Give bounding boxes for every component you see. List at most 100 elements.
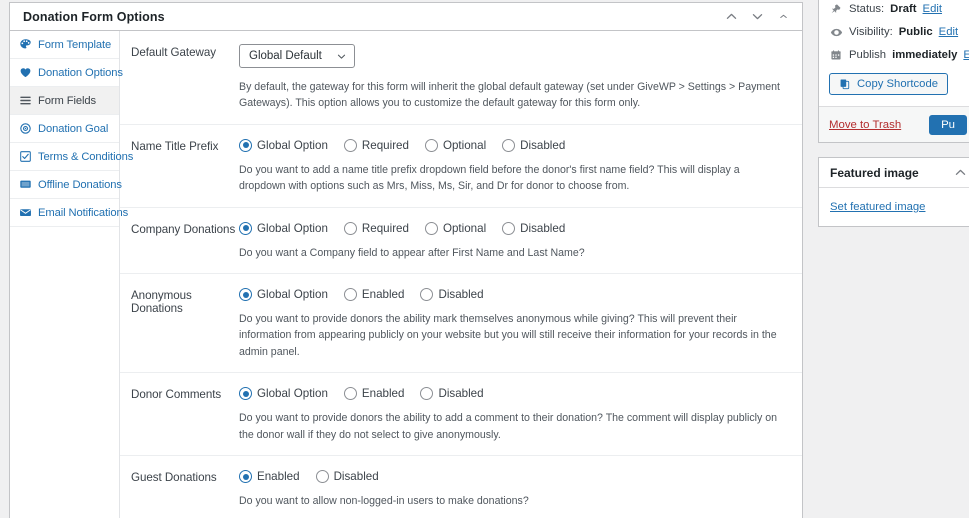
radio-option[interactable]: Global Option (239, 387, 328, 401)
move-up-button[interactable] (720, 6, 742, 28)
radio-option[interactable]: Optional (424, 138, 486, 152)
sidebar-item-label: Email Notifications (38, 206, 129, 219)
status-label: Status: (849, 3, 885, 15)
heart-icon (19, 66, 32, 79)
status-line: Status: Draft Edit (819, 2, 969, 16)
field-description: Do you want to provide donors the abilit… (239, 412, 778, 441)
copy-shortcode-label: Copy Shortcode (857, 78, 939, 90)
donation-form-options-metabox: Donation Form Options Form Template Dona… (9, 2, 803, 518)
field-description: Do you want to provide donors the abilit… (239, 313, 777, 358)
set-featured-image-link[interactable]: Set featured image (830, 201, 925, 213)
radio-dot (424, 138, 438, 152)
radio-label: Global Option (257, 221, 328, 235)
toggle-collapse-icon (779, 14, 787, 19)
sidebar-item-email-notifications[interactable]: Email Notifications (10, 199, 128, 227)
edit-status-link[interactable]: Edit (923, 3, 942, 15)
sidebar-item-label: Donation Options (38, 66, 123, 79)
field-description: Do you want a Company field to appear af… (239, 246, 585, 259)
radio-option[interactable]: Disabled (420, 288, 484, 302)
publish-panel: Status: Draft Edit Visibility: Public Ed… (818, 0, 969, 143)
admin-screen: Donation Form Options Form Template Dona… (0, 0, 969, 518)
form-fields-settings: Default Gateway Global Default By defaul… (120, 31, 802, 518)
radio-dot (343, 288, 357, 302)
radio-dot (239, 221, 252, 235)
publish-button[interactable]: Pu (929, 114, 967, 135)
copy-shortcode-button[interactable]: Copy Shortcode (829, 73, 949, 95)
checkbox-icon (19, 150, 32, 163)
list-icon (19, 94, 32, 107)
move-to-trash-link[interactable]: Move to Trash (829, 119, 901, 131)
envelope-icon (19, 206, 32, 219)
chevron-up-icon (726, 13, 736, 19)
radio-dot (239, 387, 252, 401)
sidebar-item-form-template[interactable]: Form Template (10, 31, 119, 59)
radio-option[interactable]: Global Option (239, 288, 328, 302)
select-value: Global Default (249, 50, 322, 62)
publish-date-line: Publish immediately Edit (819, 48, 969, 62)
field-label: Guest Donations (131, 471, 217, 485)
sidebar-item-terms-conditions[interactable]: Terms & Conditions (10, 143, 133, 171)
radio-dot (239, 288, 252, 302)
featured-image-header: Featured image (819, 158, 969, 188)
radio-label: Disabled (438, 387, 484, 401)
default-gateway-select[interactable]: Global Default (239, 44, 355, 68)
radio-option[interactable]: Optional (424, 221, 487, 235)
radio-option[interactable]: Disabled (420, 387, 484, 401)
publish-panel-body: Status: Draft Edit Visibility: Public Ed… (819, 0, 969, 142)
toggle-panel-button[interactable] (772, 6, 794, 28)
radio-option[interactable]: Enabled (239, 470, 300, 484)
radio-group: Global Option Required Optional Disabled (239, 221, 788, 235)
move-down-button[interactable] (746, 6, 768, 28)
radio-option[interactable]: Disabled (315, 470, 379, 484)
field-row: Donor Comments Global Option Enabled Dis… (120, 373, 802, 457)
radio-group: Global Option Required Optional Disabled (239, 138, 788, 152)
sidebar-item-donation-goal[interactable]: Donation Goal (10, 115, 119, 143)
copy-icon (839, 78, 851, 90)
metabox-body: Form Template Donation Options Form Fiel… (10, 31, 802, 518)
radio-option[interactable]: Global Option (239, 138, 328, 152)
radio-dot (420, 288, 434, 302)
metabox-header: Donation Form Options (10, 3, 802, 31)
radio-label: Optional (442, 221, 487, 235)
radio-option[interactable]: Disabled (502, 138, 565, 152)
eye-icon (829, 25, 843, 39)
radio-label: Enabled (361, 288, 405, 302)
sidebar-item-donation-options[interactable]: Donation Options (10, 59, 123, 87)
edit-publish-date-link[interactable]: Edit (963, 49, 969, 61)
radio-dot (424, 221, 438, 235)
chevron-down-icon (337, 54, 345, 59)
radio-group: Global Option Enabled Disabled (239, 387, 788, 401)
radio-label: Enabled (257, 470, 300, 484)
radio-dot (343, 387, 357, 401)
field-label: Donor Comments (131, 388, 222, 402)
radio-dot (502, 138, 516, 152)
radio-label: Disabled (333, 470, 379, 484)
sidebar-item-label: Donation Goal (38, 122, 109, 135)
radio-option[interactable]: Enabled (343, 387, 404, 401)
metabox-controls (720, 6, 794, 28)
publish-label: Publish (849, 49, 887, 61)
sidebar-item-form-fields[interactable]: Form Fields (10, 87, 119, 115)
editor-sidebar: Status: Draft Edit Visibility: Public Ed… (818, 0, 969, 241)
visibility-line: Visibility: Public Edit (819, 25, 969, 39)
radio-label: Required (361, 221, 409, 235)
status-value: Draft (890, 3, 917, 15)
radio-label: Global Option (257, 288, 328, 302)
radio-label: Disabled (438, 288, 484, 302)
field-control: Enabled Disabled Do you want to allow no… (239, 469, 788, 509)
radio-option[interactable]: Global Option (239, 221, 328, 235)
radio-option[interactable]: Disabled (502, 221, 565, 235)
featured-image-panel: Featured image Set featured image (818, 157, 969, 227)
radio-label: Global Option (257, 387, 328, 401)
radio-label: Global Option (257, 138, 328, 152)
radio-option[interactable]: Required (343, 138, 409, 152)
field-control: Global Option Enabled Disabled Do you wa… (239, 287, 788, 360)
radio-dot (239, 138, 252, 152)
sidebar-item-offline-donations[interactable]: Offline Donations (10, 171, 122, 199)
sidebar-item-label: Offline Donations (38, 178, 122, 191)
toggle-featured-image-button[interactable] (949, 162, 969, 184)
radio-option[interactable]: Enabled (343, 288, 405, 302)
edit-visibility-link[interactable]: Edit (939, 26, 958, 38)
field-row: Default Gateway Global Default By defaul… (120, 31, 802, 125)
radio-option[interactable]: Required (343, 221, 409, 235)
